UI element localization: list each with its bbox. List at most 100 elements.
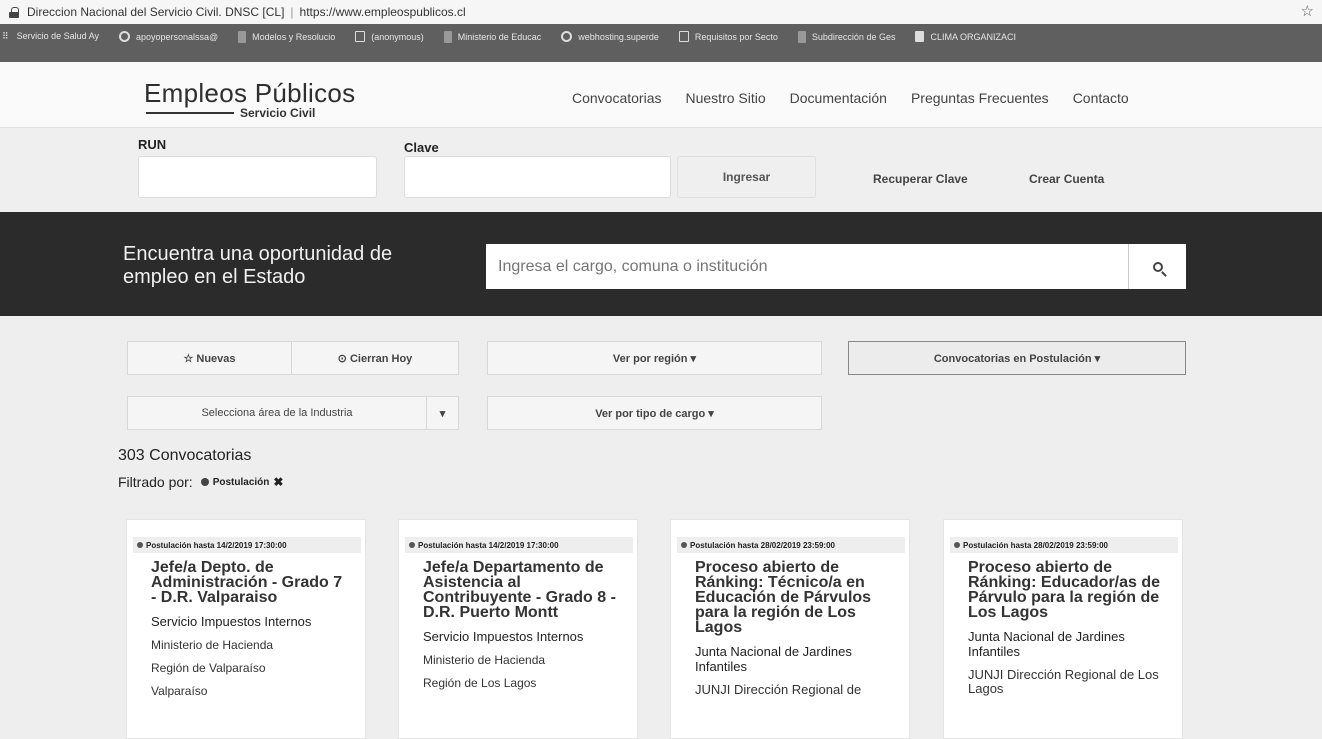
- blogger-icon: [915, 31, 925, 42]
- bookmark-item[interactable]: Servicio de Salud Ay: [17, 31, 99, 41]
- page-icon: [355, 31, 366, 42]
- site-logo[interactable]: Empleos Públicos Servicio Civil: [144, 78, 356, 120]
- bookmark-label: webhosting.superde: [578, 31, 659, 42]
- run-input[interactable]: [138, 156, 377, 198]
- bookmark-item[interactable]: Modelos y Resolucio: [238, 31, 335, 43]
- globe-icon: [561, 31, 573, 42]
- filter-cierran-hoy-button[interactable]: ⊙ Cierran Hoy: [291, 341, 459, 375]
- bookmark-item[interactable]: apoyopersonalssa@: [118, 31, 219, 42]
- logo-underline: [146, 112, 234, 114]
- job-city: Valparaíso: [151, 684, 208, 698]
- bookmark-item[interactable]: Subdirección de Ges: [797, 31, 896, 43]
- filter-nuevas-button[interactable]: ☆ Nuevas: [127, 341, 292, 375]
- deadline-text: Postulación hasta 28/02/2019 23:59:00: [963, 540, 1108, 550]
- bookmarks-overflow-icon[interactable]: ⠿: [2, 31, 9, 42]
- hero-title: Encuentra una oportunidad de empleo en e…: [123, 243, 393, 288]
- nav-convocatorias[interactable]: Convocatorias: [572, 90, 662, 106]
- folder-icon: [797, 31, 806, 43]
- job-title[interactable]: Jefe/a Depto. de Administración - Grado …: [151, 560, 351, 606]
- job-ministry: Ministerio de Hacienda: [423, 653, 546, 667]
- site-header: Empleos Públicos Servicio Civil Convocat…: [0, 62, 1322, 128]
- job-ministry: Ministerio de Hacienda: [151, 638, 274, 652]
- search-icon: [1152, 261, 1163, 272]
- job-title[interactable]: Proceso abierto de Ránking: Técnico/a en…: [695, 560, 895, 636]
- remove-filter-icon[interactable]: ✖: [273, 475, 283, 489]
- filter-tag-postulacion: Postulación: [212, 476, 270, 488]
- deadline-dot-icon: [137, 542, 143, 548]
- nav-contacto[interactable]: Contacto: [1073, 90, 1129, 106]
- job-card[interactable]: Postulación hasta 28/02/2019 23:59:00 Pr…: [670, 519, 910, 739]
- active-filters: Filtrado por: Postulación ✖: [118, 474, 283, 490]
- login-bar: RUN Clave Ingresar Recuperar Clave Crear…: [0, 128, 1322, 212]
- bookmark-star-icon[interactable]: ☆: [1301, 2, 1314, 20]
- job-title[interactable]: Jefe/a Departamento de Asistencia al Con…: [423, 560, 623, 621]
- area-industria-select[interactable]: Selecciona área de la Industria: [127, 396, 427, 430]
- deadline-dot-icon: [954, 542, 960, 548]
- deadline-badge: Postulación hasta 14/2/2019 17:30:00: [133, 537, 361, 553]
- bookmark-item[interactable]: (anonymous): [355, 31, 424, 42]
- ver-por-region-dropdown[interactable]: Ver por región ▾: [487, 341, 822, 375]
- bookmark-label: CLIMA ORGANIZACI: [930, 31, 1016, 42]
- folder-icon: [443, 31, 452, 43]
- bookmark-label: Requisitos por Secto: [694, 31, 778, 42]
- bookmarks-bar: ⠿ Servicio de Salud Ay apoyopersonalssa@…: [0, 24, 1322, 62]
- bookmark-label: Ministerio de Educac: [457, 32, 542, 42]
- area-industria-caret-icon[interactable]: ▾: [426, 396, 459, 430]
- convocatorias-postulacion-dropdown[interactable]: Convocatorias en Postulación ▾: [848, 341, 1186, 375]
- run-label: RUN: [138, 137, 167, 152]
- address-separator: |: [290, 5, 294, 19]
- deadline-text: Postulación hasta 14/2/2019 17:30:00: [146, 540, 287, 550]
- search-input[interactable]: [486, 244, 1128, 289]
- logo-title: Empleos Públicos: [144, 78, 356, 108]
- job-card[interactable]: Postulación hasta 14/2/2019 17:30:00 Jef…: [398, 519, 638, 739]
- deadline-badge: Postulación hasta 14/2/2019 17:30:00: [405, 537, 633, 553]
- job-institution: Servicio Impuestos Internos: [151, 614, 312, 629]
- bookmark-label: Subdirección de Ges: [811, 32, 896, 42]
- nav-preguntas-frecuentes[interactable]: Preguntas Frecuentes: [911, 90, 1049, 106]
- bookmark-label: apoyopersonalssa@: [135, 31, 219, 42]
- deadline-badge: Postulación hasta 28/02/2019 23:59:00: [950, 537, 1178, 553]
- site-identity-label: Direccion Nacional del Servicio Civil. D…: [27, 5, 285, 19]
- bookmark-item[interactable]: webhosting.superde: [561, 31, 659, 42]
- deadline-dot-icon: [681, 542, 687, 548]
- job-region: Región de Valparaíso: [151, 661, 266, 675]
- bookmark-label: Modelos y Resolucio: [252, 32, 336, 42]
- bookmark-label: (anonymous): [371, 31, 424, 42]
- browser-address-bar[interactable]: Direccion Nacional del Servicio Civil. D…: [0, 0, 1322, 24]
- nav-documentacion[interactable]: Documentación: [790, 90, 887, 106]
- bookmark-item[interactable]: Requisitos por Secto: [678, 31, 778, 42]
- deadline-text: Postulación hasta 14/2/2019 17:30:00: [418, 540, 559, 550]
- job-card[interactable]: Postulación hasta 14/2/2019 17:30:00 Jef…: [126, 519, 366, 739]
- main-nav: Convocatorias Nuestro Sitio Documentació…: [572, 90, 1153, 106]
- folder-icon: [238, 31, 247, 43]
- crear-cuenta-link[interactable]: Crear Cuenta: [1029, 172, 1104, 186]
- ver-por-tipo-cargo-dropdown[interactable]: Ver por tipo de cargo ▾: [487, 396, 822, 430]
- job-regional-office: JUNJI Dirección Regional de: [695, 682, 862, 697]
- search-button[interactable]: [1128, 244, 1186, 289]
- job-institution: Servicio Impuestos Internos: [423, 629, 584, 644]
- clave-label: Clave: [404, 140, 439, 155]
- job-card[interactable]: Postulación hasta 28/02/2019 23:59:00 Pr…: [943, 519, 1183, 739]
- lock-icon: [9, 6, 19, 18]
- bookmark-item[interactable]: CLIMA ORGANIZACI: [915, 31, 1016, 42]
- results-count: 303 Convocatorias: [118, 447, 252, 464]
- url-text[interactable]: https://www.empleospublicos.cl: [300, 5, 466, 19]
- job-region: Región de Los Lagos: [423, 676, 537, 690]
- filtered-by-label: Filtrado por:: [118, 474, 193, 490]
- recuperar-clave-link[interactable]: Recuperar Clave: [873, 172, 968, 186]
- page-icon: [678, 31, 689, 42]
- job-institution: Junta Nacional de Jardines Infantiles: [968, 629, 1125, 659]
- job-regional-office: JUNJI Dirección Regional de Los Lagos: [968, 667, 1159, 696]
- logo-subtitle: Servicio Civil: [240, 106, 316, 120]
- clave-input[interactable]: [404, 156, 671, 198]
- job-institution: Junta Nacional de Jardines Infantiles: [695, 644, 852, 674]
- ingresar-button[interactable]: Ingresar: [677, 156, 816, 198]
- deadline-dot-icon: [409, 542, 415, 548]
- deadline-text: Postulación hasta 28/02/2019 23:59:00: [690, 540, 835, 550]
- nav-nuestro-sitio[interactable]: Nuestro Sitio: [686, 90, 766, 106]
- bookmark-item[interactable]: Ministerio de Educac: [443, 31, 542, 43]
- filter-dot-icon: [200, 478, 209, 486]
- hero-search-banner: Encuentra una oportunidad de empleo en e…: [0, 212, 1322, 316]
- deadline-badge: Postulación hasta 28/02/2019 23:59:00: [677, 537, 905, 553]
- job-title[interactable]: Proceso abierto de Ránking: Educador/as …: [968, 560, 1168, 621]
